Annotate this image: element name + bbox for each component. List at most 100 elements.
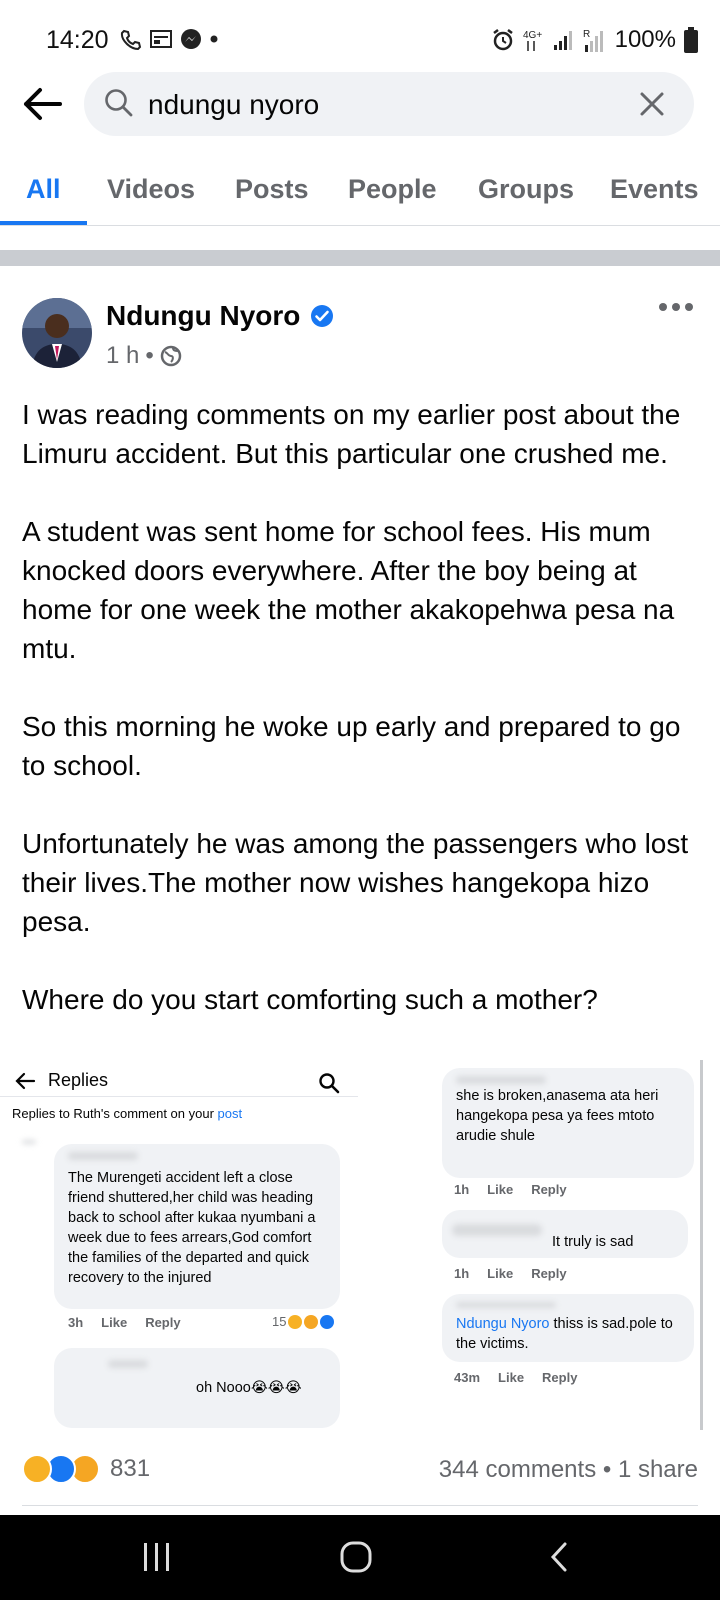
dot-icon: [210, 35, 218, 43]
shares-count[interactable]: 1 share: [618, 1456, 698, 1483]
like-link: Like: [487, 1182, 514, 1197]
avatar[interactable]: [22, 298, 92, 368]
sad-reaction-icon: [22, 1454, 52, 1484]
redacted-name: [108, 1360, 148, 1368]
comment-text: oh Nooo😭😭😭: [196, 1380, 302, 1396]
like-link: Like: [487, 1266, 514, 1281]
calendar-icon: [150, 30, 172, 48]
redacted-avatar: [22, 1140, 36, 1144]
tab-posts[interactable]: Posts: [235, 174, 309, 205]
comment-text: she is broken,anasema ata heri hangekopa…: [456, 1088, 659, 1144]
post-link: post: [217, 1106, 243, 1121]
embedded-replies-left: Replies Replies to Ruth's comment on you…: [0, 1060, 358, 1430]
search-icon: [105, 89, 133, 117]
back-icon[interactable]: [548, 1541, 570, 1573]
divider: [22, 1505, 698, 1506]
avatar-image: [22, 298, 92, 368]
system-nav-bar: [0, 1515, 720, 1600]
comment-bubble: she is broken,anasema ata heri hangekopa…: [442, 1068, 694, 1178]
status-right: 4G+ R 100%: [491, 26, 698, 54]
notification-icons: [120, 28, 218, 50]
like-link: Like: [101, 1315, 128, 1330]
comment-time: 1h: [454, 1182, 470, 1197]
comment-actions: 3h Like Reply: [68, 1315, 181, 1330]
network-icon: 4G+: [523, 30, 542, 51]
tab-all[interactable]: All: [26, 174, 61, 205]
reply-link: Reply: [542, 1370, 578, 1385]
like-link: Like: [498, 1370, 525, 1385]
reply-link: Reply: [145, 1315, 181, 1330]
phone-missed-icon: [120, 29, 142, 50]
post-paragraph: I was reading comments on my earlier pos…: [22, 399, 681, 469]
post-image[interactable]: Replies Replies to Ruth's comment on you…: [0, 1060, 720, 1430]
globe-icon: [160, 345, 182, 367]
search-query[interactable]: ndungu nyoro: [148, 89, 319, 121]
comments-count[interactable]: 344 comments: [439, 1456, 596, 1483]
home-icon[interactable]: [340, 1541, 372, 1573]
comment-text: The Murengeti accident left a close frie…: [68, 1170, 316, 1286]
signal-icon: [553, 31, 572, 50]
battery-percent: 100%: [614, 26, 676, 53]
comment-actions: 1h Like Reply: [454, 1266, 567, 1281]
messenger-icon: [181, 29, 201, 49]
redacted-name: [456, 1302, 556, 1308]
more-options-icon[interactable]: [658, 300, 694, 314]
redacted-name: [452, 1224, 542, 1236]
reply-link: Reply: [531, 1266, 567, 1281]
comment-reaction-count: 15: [272, 1314, 287, 1329]
comment-bubble: The Murengeti accident left a close frie…: [54, 1144, 340, 1309]
comment-text: It truly is sad: [552, 1234, 634, 1250]
back-arrow-icon[interactable]: [20, 82, 64, 126]
tab-videos[interactable]: Videos: [107, 174, 195, 205]
like-emoji-icon: [320, 1314, 335, 1329]
signal-roaming-icon: R: [583, 29, 603, 52]
tab-events[interactable]: Events: [610, 174, 699, 205]
engagement-separator: •: [602, 1456, 618, 1483]
redacted-name: [456, 1076, 546, 1084]
replies-header: Replies: [14, 1070, 108, 1091]
tabs-divider: [0, 225, 720, 226]
replies-subtitle-text: Replies to Ruth's comment on your: [12, 1106, 218, 1121]
replies-subtitle: Replies to Ruth's comment on your post: [12, 1106, 242, 1121]
recent-apps-icon[interactable]: [142, 1541, 172, 1573]
battery-icon: [684, 27, 698, 53]
comment-actions: 43m Like Reply: [454, 1370, 577, 1385]
comment-actions: 1h Like Reply: [454, 1182, 567, 1197]
post-author-name[interactable]: Ndungu Nyoro: [106, 300, 300, 332]
alarm-icon: [492, 29, 513, 51]
reaction-count: 831: [110, 1455, 151, 1482]
comment-reactions: 15: [272, 1314, 335, 1329]
reply-link: Reply: [531, 1182, 567, 1197]
reaction-summary[interactable]: 831: [22, 1454, 150, 1484]
post-paragraph: Unfortunately he was among the passenger…: [22, 828, 689, 937]
comment-time: 43m: [454, 1370, 481, 1385]
svg-text:R: R: [583, 29, 590, 40]
back-arrow-icon: [15, 1072, 36, 1089]
mention-link: Ndungu Nyoro: [456, 1316, 550, 1332]
embedded-replies-right: she is broken,anasema ata heri hangekopa…: [420, 1060, 720, 1430]
post-paragraph: So this morning he woke up early and pre…: [22, 711, 681, 781]
status-time: 14:20: [46, 26, 109, 54]
scrollbar: [700, 1060, 703, 1430]
post-time[interactable]: 1 h: [106, 342, 139, 370]
post-meta: 1 h •: [106, 342, 182, 370]
svg-text:4G+: 4G+: [523, 30, 542, 41]
comment-time: 3h: [68, 1315, 84, 1330]
close-icon[interactable]: [638, 90, 666, 118]
comment-bubble: It truly is sad: [442, 1210, 688, 1258]
divider: [0, 1096, 358, 1097]
post-body: I was reading comments on my earlier pos…: [22, 395, 702, 1058]
care-emoji-icon: [304, 1314, 319, 1329]
comment-bubble: Ndungu Nyoro thiss is sad.pole to the vi…: [442, 1294, 694, 1362]
section-divider: [0, 250, 720, 266]
search-tabs: All Videos Posts People Groups Events: [0, 160, 720, 226]
comment-time: 1h: [454, 1266, 470, 1281]
verified-badge-icon: [311, 305, 333, 327]
sad-emoji-icon: [288, 1314, 303, 1329]
replies-title: Replies: [48, 1070, 109, 1090]
comment-bubble: oh Nooo😭😭😭: [54, 1348, 340, 1428]
search-input[interactable]: ndungu nyoro: [84, 72, 694, 136]
meta-separator: •: [145, 342, 154, 369]
tab-groups[interactable]: Groups: [478, 174, 574, 205]
tab-people[interactable]: People: [348, 174, 437, 205]
